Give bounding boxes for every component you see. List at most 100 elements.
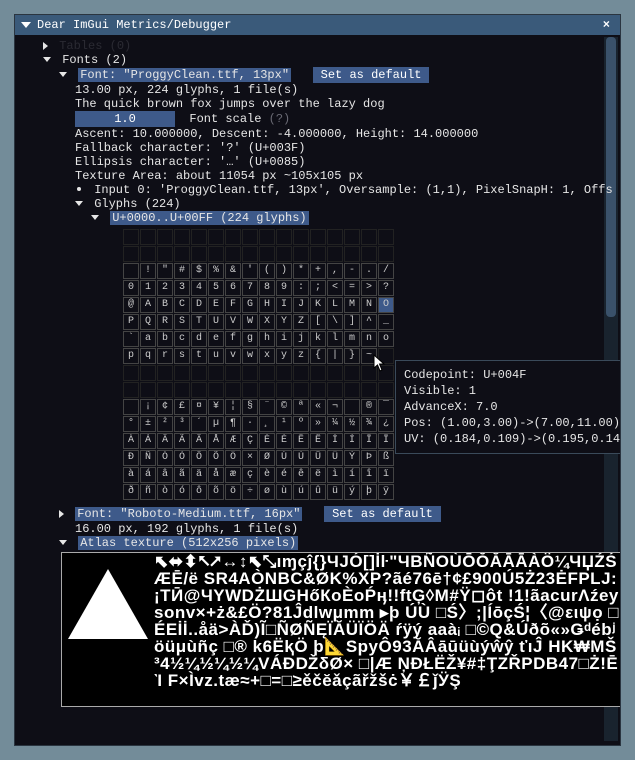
atlas-texture[interactable]: ⬉⬌⬍⭦⭧↔↕⬉⤡ıɱçĵ{}ЧЈÓ[]İŀ"ЧВÑОÙŌŎĂĀĀÀÖ¼ЧЏŹŚ… — [61, 552, 620, 707]
glyph-cell[interactable]: 3 — [174, 280, 190, 296]
glyph-cell[interactable]: + — [310, 263, 326, 279]
glyph-cell[interactable]: ) — [276, 263, 292, 279]
glyph-cell[interactable] — [157, 229, 173, 245]
glyph-cell[interactable] — [225, 382, 241, 398]
glyph-cell[interactable] — [208, 382, 224, 398]
glyph-cell[interactable]: Ö — [225, 450, 241, 466]
glyph-cell[interactable]: 4 — [191, 280, 207, 296]
glyph-cell[interactable]: ( — [259, 263, 275, 279]
glyph-cell[interactable] — [327, 229, 343, 245]
glyph-cell[interactable]: l — [327, 331, 343, 347]
glyph-cell[interactable]: b — [157, 331, 173, 347]
glyph-cell[interactable]: Ý — [344, 450, 360, 466]
glyph-cell[interactable]: ¸ — [259, 416, 275, 432]
glyph-cell[interactable]: 9 — [276, 280, 292, 296]
glyph-cell[interactable]: { — [310, 348, 326, 364]
glyph-cell[interactable]: Í — [344, 433, 360, 449]
glyph-cell[interactable]: S — [174, 314, 190, 330]
glyph-cell[interactable]: ï — [378, 467, 394, 483]
glyph-cell[interactable] — [242, 382, 258, 398]
glyph-cell[interactable]: R — [157, 314, 173, 330]
glyph-cell[interactable] — [276, 246, 292, 262]
glyph-cell[interactable]: * — [293, 263, 309, 279]
close-icon[interactable]: × — [599, 18, 614, 32]
glyph-cell[interactable]: È — [259, 433, 275, 449]
glyph-cell[interactable]: 6 — [225, 280, 241, 296]
font0-input0[interactable]: Input 0: 'ProggyClean.ttf, 13px', Oversa… — [23, 183, 612, 197]
glyph-cell[interactable]: ü — [327, 484, 343, 500]
glyph-cell[interactable] — [157, 365, 173, 381]
glyph-cell[interactable]: Ï — [378, 433, 394, 449]
set-default-button[interactable]: Set as default — [324, 506, 441, 522]
glyph-cell[interactable]: o — [378, 331, 394, 347]
glyph-cell[interactable] — [123, 263, 139, 279]
glyph-cell[interactable]: Ú — [293, 450, 309, 466]
glyph-cell[interactable] — [140, 382, 156, 398]
glyph-cell[interactable]: . — [361, 263, 377, 279]
glyph-cell[interactable]: ¼ — [327, 416, 343, 432]
glyph-cell[interactable]: ú — [293, 484, 309, 500]
glyph-cell[interactable]: û — [310, 484, 326, 500]
glyph-cell[interactable]: V — [225, 314, 241, 330]
glyph-cell[interactable]: ¤ — [191, 399, 207, 415]
glyph-cell[interactable]: ¨ — [259, 399, 275, 415]
glyph-cell[interactable]: I — [276, 297, 292, 313]
glyph-cell[interactable] — [242, 229, 258, 245]
glyph-cell[interactable]: Ø — [259, 450, 275, 466]
glyph-cell[interactable]: U — [208, 314, 224, 330]
glyph-cell[interactable]: G — [242, 297, 258, 313]
glyph-cell[interactable]: õ — [208, 484, 224, 500]
glyph-cell[interactable]: ! — [140, 263, 156, 279]
glyph-cell[interactable]: ¢ — [157, 399, 173, 415]
glyph-cell[interactable]: E — [208, 297, 224, 313]
glyph-cell[interactable] — [310, 229, 326, 245]
glyph-cell[interactable] — [225, 365, 241, 381]
glyph-cell[interactable]: ý — [344, 484, 360, 500]
glyph-cell[interactable]: Ð — [123, 450, 139, 466]
glyph-cell[interactable]: ^ — [361, 314, 377, 330]
glyph-cell[interactable]: ê — [293, 467, 309, 483]
glyph-cell[interactable]: µ — [208, 416, 224, 432]
glyph-cell[interactable]: ì — [327, 467, 343, 483]
glyph-cell[interactable]: > — [361, 280, 377, 296]
glyph-cell[interactable] — [174, 382, 190, 398]
glyph-cell[interactable] — [378, 246, 394, 262]
glyph-cell[interactable]: Ì — [327, 433, 343, 449]
glyph-cell[interactable]: ® — [361, 399, 377, 415]
glyph-cell[interactable]: a — [140, 331, 156, 347]
glyph-cell[interactable]: ç — [242, 467, 258, 483]
tree-item-atlas[interactable]: Atlas texture (512x256 pixels) — [23, 536, 612, 550]
glyph-cell[interactable] — [157, 382, 173, 398]
glyph-cell[interactable]: × — [242, 450, 258, 466]
glyph-cell[interactable]: Ç — [242, 433, 258, 449]
glyph-cell[interactable]: 2 — [157, 280, 173, 296]
glyph-cell[interactable]: $ — [191, 263, 207, 279]
glyph-cell[interactable]: ÿ — [378, 484, 394, 500]
glyph-cell[interactable]: å — [208, 467, 224, 483]
glyph-cell[interactable] — [276, 229, 292, 245]
glyph-cell[interactable]: y — [276, 348, 292, 364]
glyph-cell[interactable]: ¹ — [276, 416, 292, 432]
glyph-cell[interactable]: ¦ — [225, 399, 241, 415]
glyph-cell[interactable]: N — [361, 297, 377, 313]
glyph-cell[interactable]: © — [276, 399, 292, 415]
glyph-cell[interactable]: ô — [191, 484, 207, 500]
glyph-cell[interactable]: # — [174, 263, 190, 279]
glyph-cell[interactable]: À — [123, 433, 139, 449]
glyph-cell[interactable] — [310, 382, 326, 398]
glyph-cell[interactable]: ÷ — [242, 484, 258, 500]
glyph-cell[interactable]: " — [157, 263, 173, 279]
glyph-cell[interactable]: d — [191, 331, 207, 347]
glyph-cell[interactable]: ­ — [344, 399, 360, 415]
glyph-cell[interactable]: J — [293, 297, 309, 313]
glyph-cell[interactable]: º — [293, 416, 309, 432]
glyph-cell[interactable]: < — [327, 280, 343, 296]
glyph-cell[interactable]: þ — [361, 484, 377, 500]
glyph-cell[interactable] — [259, 382, 275, 398]
glyph-cell[interactable]: i — [276, 331, 292, 347]
glyph-cell[interactable]: · — [242, 416, 258, 432]
glyph-cell[interactable] — [293, 229, 309, 245]
glyph-cell[interactable] — [191, 229, 207, 245]
glyph-cell[interactable]: | — [327, 348, 343, 364]
glyph-cell[interactable] — [242, 246, 258, 262]
